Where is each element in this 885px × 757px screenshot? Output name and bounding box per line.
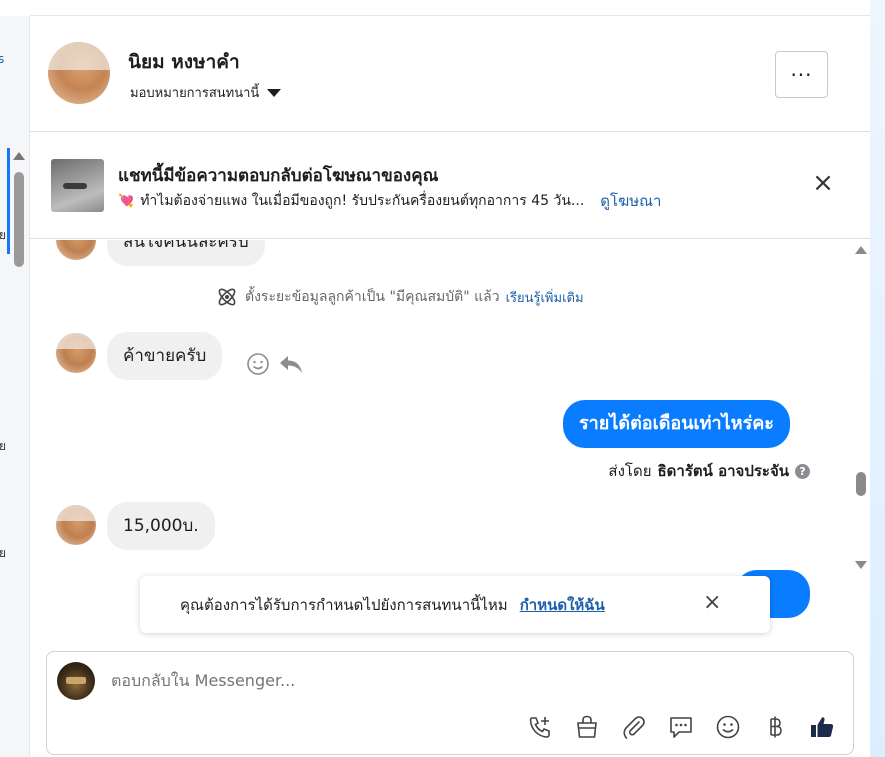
caret-down-icon <box>267 88 282 97</box>
list-fragment: ย <box>0 546 7 560</box>
assign-to-me-link[interactable]: กำหนดให้ฉัน <box>520 593 605 617</box>
page-avatar <box>57 662 95 700</box>
scroll-up-icon[interactable] <box>855 246 867 254</box>
thumbs-up-icon[interactable] <box>807 712 836 741</box>
list-fragment: ย <box>0 439 7 453</box>
heart-icon: 💘 <box>118 193 135 209</box>
thread-scrollbar[interactable] <box>851 240 870 570</box>
baht-icon[interactable] <box>760 712 789 741</box>
view-ad-link[interactable]: ดูโฆษณา <box>600 189 661 213</box>
assign-prompt: คุณต้องการได้รับการกำหนดไปยังการสนทนานี้… <box>140 576 770 633</box>
help-icon[interactable]: ? <box>795 463 810 479</box>
incoming-message[interactable]: ค้าขายครับ <box>107 332 223 380</box>
ad-thumbnail[interactable] <box>51 159 104 212</box>
react-emoji-icon[interactable] <box>246 352 270 376</box>
scroll-down-icon[interactable] <box>855 561 867 569</box>
sender-name: ธิดารัตน์ อาจประจัน <box>657 462 790 480</box>
chat-header: นิยม หงษาคำ มอบหมายการสนทนานี้ ··· <box>30 16 870 132</box>
learn-more-link[interactable]: เรียนรู้เพิ่มเติม <box>506 287 584 308</box>
background-edge <box>870 0 885 757</box>
system-note-text: ตั้งระยะข้อมูลลูกค้าเป็น "มีคุณสมบัติ" แ… <box>245 289 500 305</box>
conversation-list-edge: s ย ย ย <box>0 0 30 757</box>
inbox-window: s ย ย ย นิยม หงษาคำ มอบหมายการสนทนานี้ ·… <box>0 0 885 757</box>
atom-icon <box>218 288 236 306</box>
incoming-message[interactable]: 15,000บ. <box>107 502 215 550</box>
sent-by-prefix: ส่งโดย <box>608 462 652 480</box>
message-composer <box>46 651 854 755</box>
ad-banner-title: แชทนี้มีข้อความตอบกลับต่อโฆษณาของคุณ <box>118 166 439 186</box>
assign-prompt-text: คุณต้องการได้รับการกำหนดไปยังการสนทนานี้… <box>180 595 508 614</box>
ad-banner-subtitle: 💘 ทำไมต้องจ่ายแพง ในเมื่อมีของถูก! รับปร… <box>118 189 661 213</box>
paperclip-icon[interactable] <box>619 712 648 741</box>
saved-reply-icon[interactable] <box>666 712 695 741</box>
reply-input[interactable] <box>111 671 711 690</box>
incoming-message[interactable]: สนใจคนนี้ละครับ <box>107 240 265 266</box>
selected-indicator <box>7 148 10 254</box>
system-note: ตั้งระยะข้อมูลลูกค้าเป็น "มีคุณสมบัติ" แ… <box>215 285 584 309</box>
list-top <box>0 0 30 16</box>
scroll-thumb[interactable] <box>856 472 866 496</box>
list-fragment: s <box>0 52 5 66</box>
add-call-icon[interactable] <box>525 712 554 741</box>
assign-conversation-dropdown[interactable]: มอบหมายการสนทนานี้ <box>130 82 282 103</box>
contact-name[interactable]: นิยม หงษาคำ <box>128 47 240 77</box>
more-options-button[interactable]: ··· <box>775 51 828 98</box>
shopping-bag-icon[interactable] <box>572 712 601 741</box>
ad-reply-banner: แชทนี้มีข้อความตอบกลับต่อโฆษณาของคุณ 💘 ท… <box>30 133 870 239</box>
contact-avatar[interactable] <box>48 42 110 104</box>
close-icon[interactable]: × <box>703 592 721 614</box>
contact-avatar-small <box>56 505 96 545</box>
assign-label: มอบหมายการสนทนานี้ <box>130 86 260 101</box>
list-fragment: ย <box>0 228 7 242</box>
outgoing-message[interactable]: รายได้ต่อเดือนเท่าไหร่คะ <box>563 400 790 448</box>
composer-toolbar <box>525 712 836 741</box>
ad-text: ทำไมต้องจ่ายแพง ในเมื่อมีของถูก! รับประก… <box>140 193 585 209</box>
reply-icon[interactable] <box>278 352 304 376</box>
contact-avatar-small <box>56 333 96 373</box>
message-actions <box>246 352 304 376</box>
emoji-icon[interactable] <box>713 712 742 741</box>
close-icon[interactable]: × <box>810 170 836 196</box>
contact-avatar-small <box>56 240 96 260</box>
sent-by-label: ส่งโดย ธิดารัตน์ อาจประจัน ? <box>608 459 810 483</box>
list-scroll-up-icon[interactable] <box>13 152 25 160</box>
list-scrollbar[interactable] <box>14 172 24 267</box>
